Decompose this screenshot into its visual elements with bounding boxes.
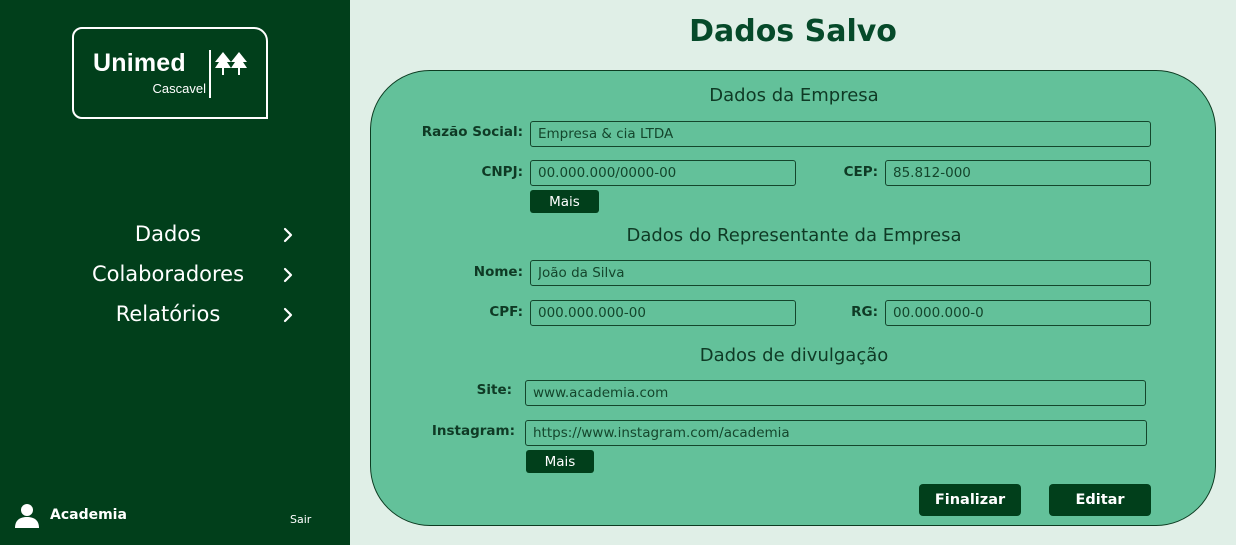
logo-divider [209,50,211,98]
cep-label: CEP: [843,164,878,180]
razao-social-field[interactable] [530,121,1151,147]
razao-social-label: Razão Social: [421,124,523,140]
logo-brand: Unimed [93,49,186,77]
sidebar: Unimed Cascavel Dados Colaboradores Rela… [0,0,350,545]
chevron-right-icon [282,307,294,327]
data-card: Dados da Empresa Razão Social: CNPJ: CEP… [370,70,1216,526]
unimed-logo: Unimed Cascavel [72,27,268,119]
page-title: Dados Salvo [689,14,897,49]
chevron-right-icon [282,227,294,247]
nome-field[interactable] [530,260,1151,286]
chevron-right-icon [282,267,294,287]
disclosure-more-button[interactable]: Mais [526,450,594,473]
nome-label: Nome: [473,264,523,280]
cep-field[interactable] [885,160,1151,186]
logo-location: Cascavel [152,81,206,96]
representative-section-title: Dados do Representante da Empresa [626,225,962,246]
site-field[interactable] [525,380,1146,406]
cpf-label: CPF: [489,304,523,320]
cpf-field[interactable] [530,300,796,326]
user-profile: Academia Sair [14,502,334,532]
rg-label: RG: [851,304,878,320]
sidebar-item-dados[interactable]: Dados [0,216,350,256]
company-section-title: Dados da Empresa [709,85,879,106]
site-label: Site: [476,382,512,398]
cnpj-label: CNPJ: [481,164,523,180]
logo-mark-icon [214,51,248,81]
instagram-label: Instagram: [431,423,515,439]
user-name: Academia [50,507,127,523]
sidebar-item-relatorios[interactable]: Relatórios [0,296,350,336]
cnpj-field[interactable] [530,160,796,186]
instagram-field[interactable] [525,420,1147,446]
finish-button[interactable]: Finalizar [919,484,1021,516]
rg-field[interactable] [885,300,1151,326]
company-more-button[interactable]: Mais [530,190,599,213]
user-icon [14,502,40,532]
sidebar-item-colaboradores[interactable]: Colaboradores [0,256,350,296]
edit-button[interactable]: Editar [1049,484,1151,516]
logout-link[interactable]: Sair [290,513,311,526]
disclosure-section-title: Dados de divulgação [699,345,889,366]
